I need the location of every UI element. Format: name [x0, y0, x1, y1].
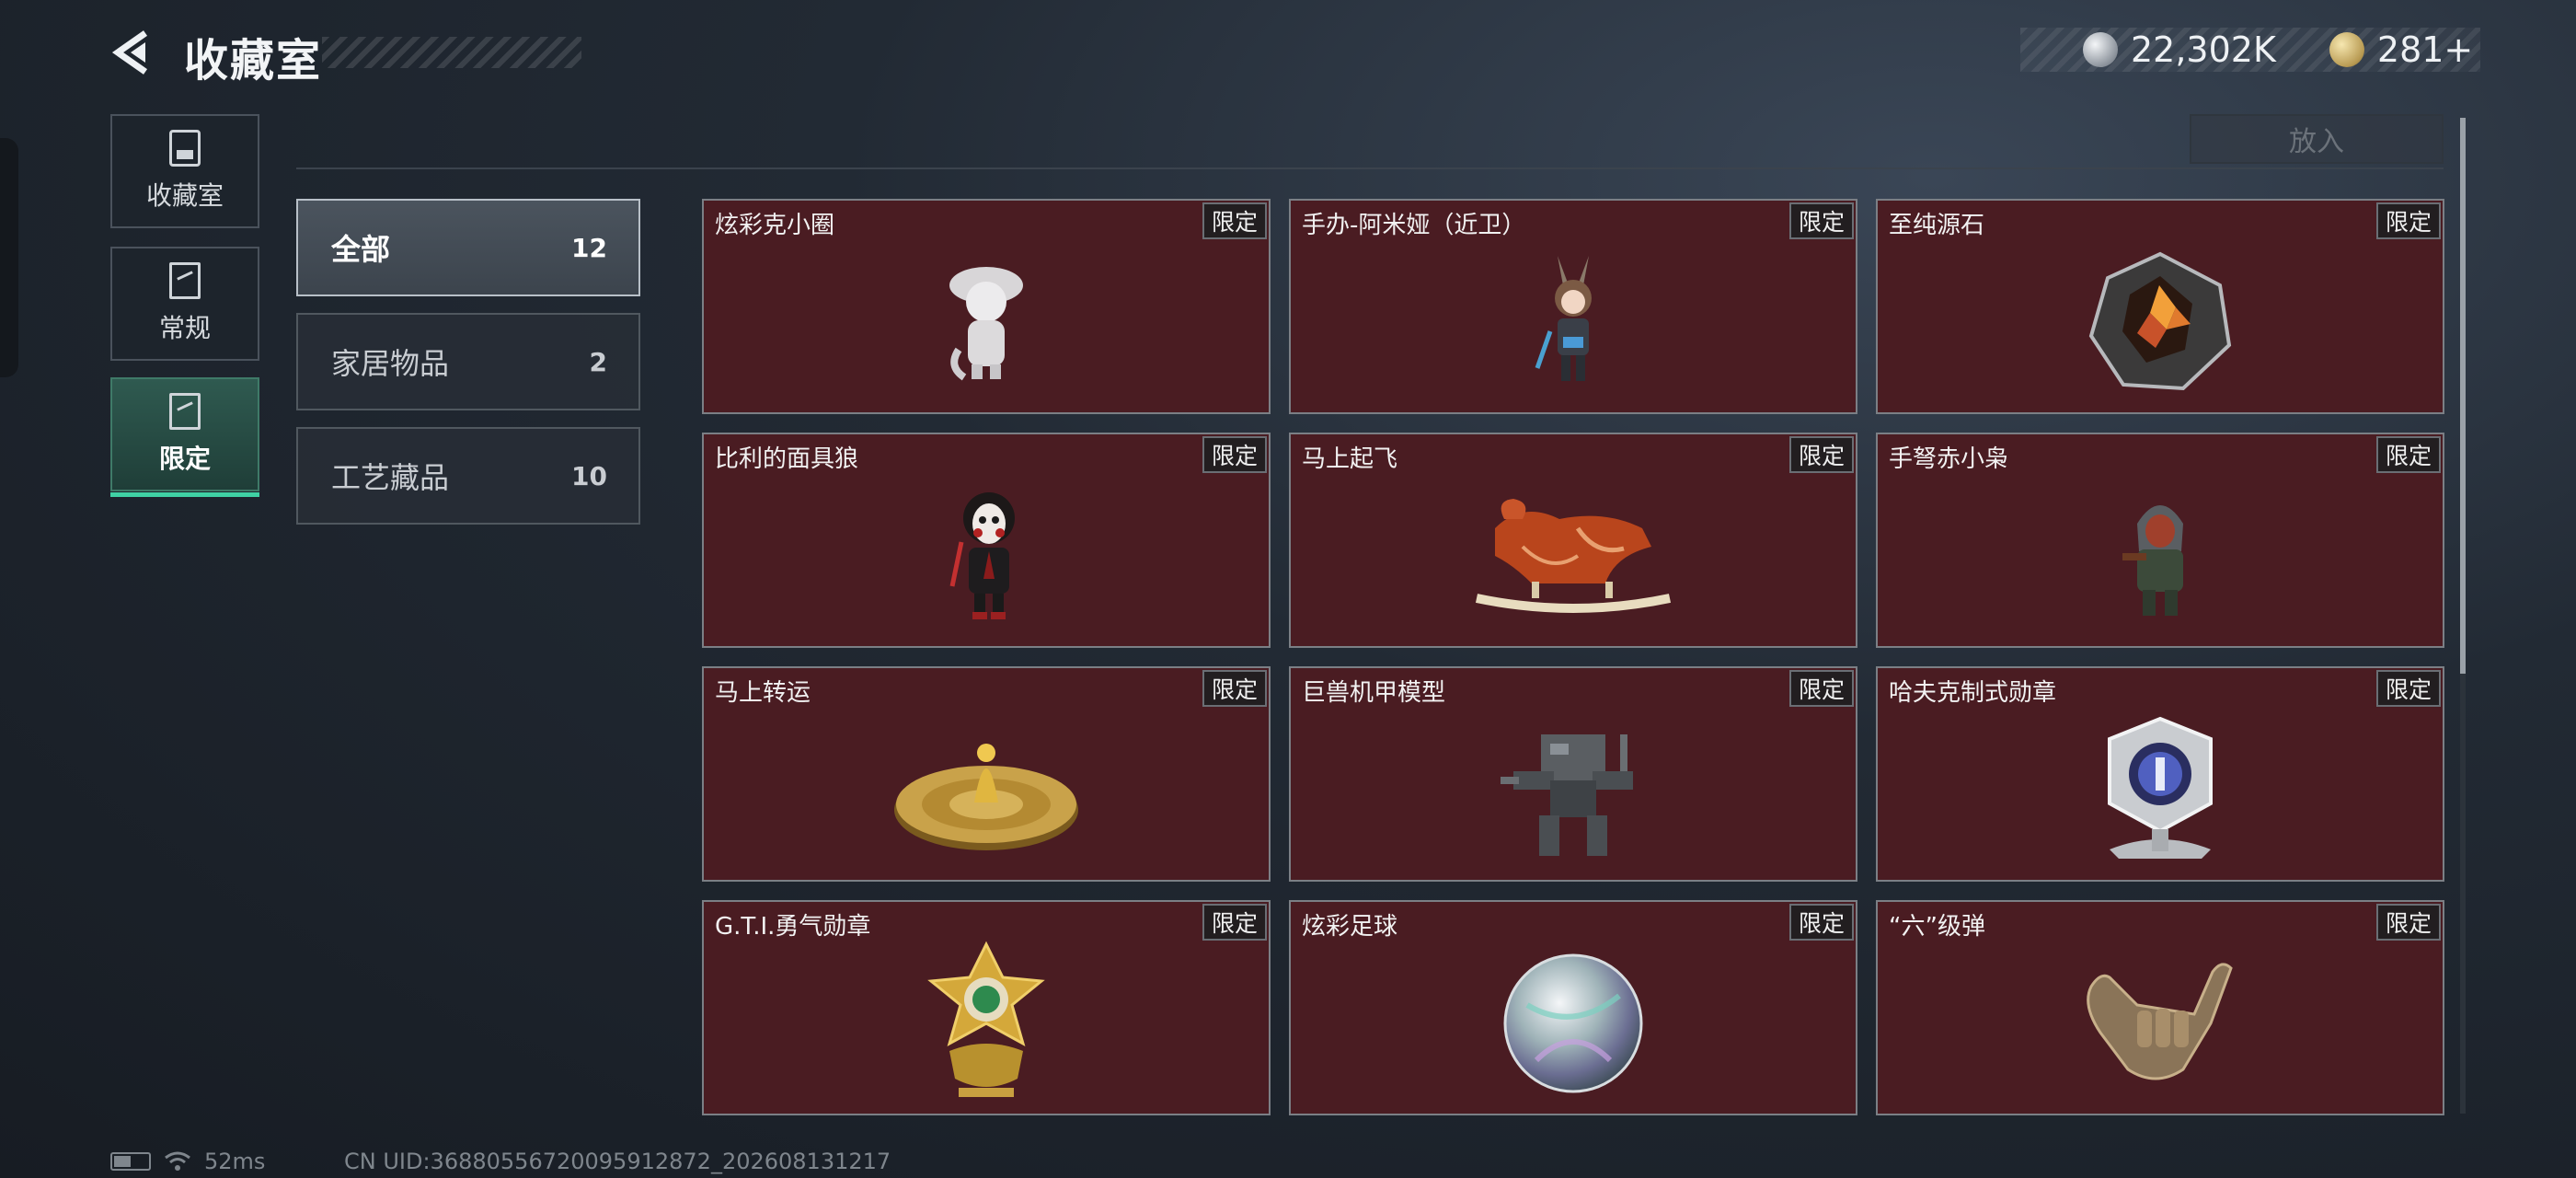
currency-bar: 22,302K 281+	[2020, 28, 2480, 72]
place-button[interactable]: 放入	[2190, 114, 2444, 164]
nav-regular[interactable]: 常规	[110, 247, 259, 361]
figurine-icon	[949, 267, 1023, 381]
item-name: 马上起飞	[1302, 445, 1398, 473]
limited-badge: 限定	[1788, 904, 1854, 941]
collection-cabinet-icon	[169, 130, 201, 167]
item-card[interactable]: G.T.I.勇气勋章 限定	[702, 900, 1271, 1115]
clipped-label	[304, 109, 432, 127]
item-name: 比利的面具狼	[715, 445, 859, 473]
uid-text: CN UID:36880556720095912872_202608131217	[344, 1149, 891, 1174]
limited-badge: 限定	[1202, 202, 1267, 239]
category-count: 2	[589, 346, 607, 377]
category-label: 全部	[331, 232, 391, 267]
edge-handle	[0, 138, 18, 377]
item-name: 巨兽机甲模型	[1302, 679, 1446, 707]
regular-frame-icon	[169, 262, 201, 299]
golden-disc-icon	[894, 744, 1078, 850]
limited-badge: 限定	[2375, 904, 2441, 941]
star-medal-icon	[927, 941, 1045, 1097]
limited-badge: 限定	[1202, 670, 1267, 707]
back-arrow-icon[interactable]	[109, 28, 158, 77]
iridescent-ball-icon	[1503, 953, 1643, 1093]
item-name: “六”级弹	[1889, 913, 1985, 941]
item-card[interactable]: 巨兽机甲模型 限定	[1289, 666, 1857, 882]
title-decoration	[322, 37, 581, 68]
item-name: 手办-阿米娅（近卫）	[1302, 212, 1526, 239]
item-name: 炫彩足球	[1302, 913, 1398, 941]
limited-badge: 限定	[1788, 436, 1854, 473]
item-name: 哈夫克制式勋章	[1889, 679, 2057, 707]
category-count: 12	[571, 232, 607, 263]
hooded-figure-icon	[2122, 505, 2183, 616]
nav-label: 常规	[158, 313, 211, 343]
limited-badge: 限定	[1202, 436, 1267, 473]
medal-shield-icon	[2108, 716, 2213, 859]
gold-currency-amount[interactable]: 281+	[2377, 29, 2473, 70]
item-card[interactable]: 哈夫克制式勋章 限定	[1876, 666, 2444, 882]
limited-frame-icon	[169, 393, 201, 430]
scrollbar-thumb[interactable]	[2460, 118, 2466, 674]
category-home-items[interactable]: 家居物品 2	[296, 313, 640, 410]
nav-label: 收藏室	[145, 180, 224, 211]
gem-icon	[2088, 251, 2232, 391]
nav-limited[interactable]: 限定	[110, 377, 259, 497]
shaka-hand-icon	[2087, 963, 2233, 1080]
item-name: 马上转运	[715, 679, 811, 707]
item-name: 手弩赤小枭	[1889, 445, 2009, 473]
item-card[interactable]: 炫彩足球 限定	[1289, 900, 1857, 1115]
divider	[296, 167, 2444, 169]
wifi-icon	[165, 1151, 190, 1171]
mech-model-icon	[1501, 734, 1633, 856]
limited-badge: 限定	[2375, 670, 2441, 707]
category-all[interactable]: 全部 12	[296, 199, 640, 296]
page-title: 收藏室	[184, 35, 323, 87]
item-card[interactable]: 马上起飞 限定	[1289, 433, 1857, 648]
category-label: 家居物品	[331, 346, 450, 381]
item-card[interactable]: 马上转运 限定	[702, 666, 1271, 882]
silver-currency-amount: 22,302K	[2131, 29, 2276, 70]
anime-figure-icon	[1535, 256, 1592, 381]
silver-coin-icon	[2083, 32, 2118, 67]
item-card[interactable]: 炫彩克小圈 限定	[702, 199, 1271, 414]
nav-collection-room[interactable]: 收藏室	[110, 114, 259, 228]
item-name: 至纯源石	[1889, 212, 1985, 239]
limited-badge: 限定	[1202, 904, 1267, 941]
nav-label: 限定	[158, 444, 211, 474]
ping-value: 52ms	[204, 1149, 266, 1174]
mask-puppet-icon	[949, 492, 1015, 619]
battery-icon	[110, 1152, 151, 1171]
limited-badge: 限定	[1788, 202, 1854, 239]
status-bar: 52ms	[110, 1149, 265, 1174]
item-card[interactable]: 比利的面具狼 限定	[702, 433, 1271, 648]
item-card[interactable]: “六”级弹 限定	[1876, 900, 2444, 1115]
item-name: 炫彩克小圈	[715, 212, 835, 239]
item-card[interactable]: 手弩赤小枭 限定	[1876, 433, 2444, 648]
limited-badge: 限定	[2375, 436, 2441, 473]
category-craft-collectibles[interactable]: 工艺藏品 10	[296, 427, 640, 525]
gold-coin-icon	[2329, 32, 2364, 67]
category-count: 10	[571, 460, 607, 491]
item-card[interactable]: 手办-阿米娅（近卫） 限定	[1289, 199, 1857, 414]
limited-badge: 限定	[1788, 670, 1854, 707]
item-name: G.T.I.勇气勋章	[715, 913, 871, 941]
category-label: 工艺藏品	[331, 460, 450, 495]
item-card[interactable]: 至纯源石 限定	[1876, 199, 2444, 414]
limited-badge: 限定	[2375, 202, 2441, 239]
rocking-horse-icon	[1475, 499, 1672, 613]
